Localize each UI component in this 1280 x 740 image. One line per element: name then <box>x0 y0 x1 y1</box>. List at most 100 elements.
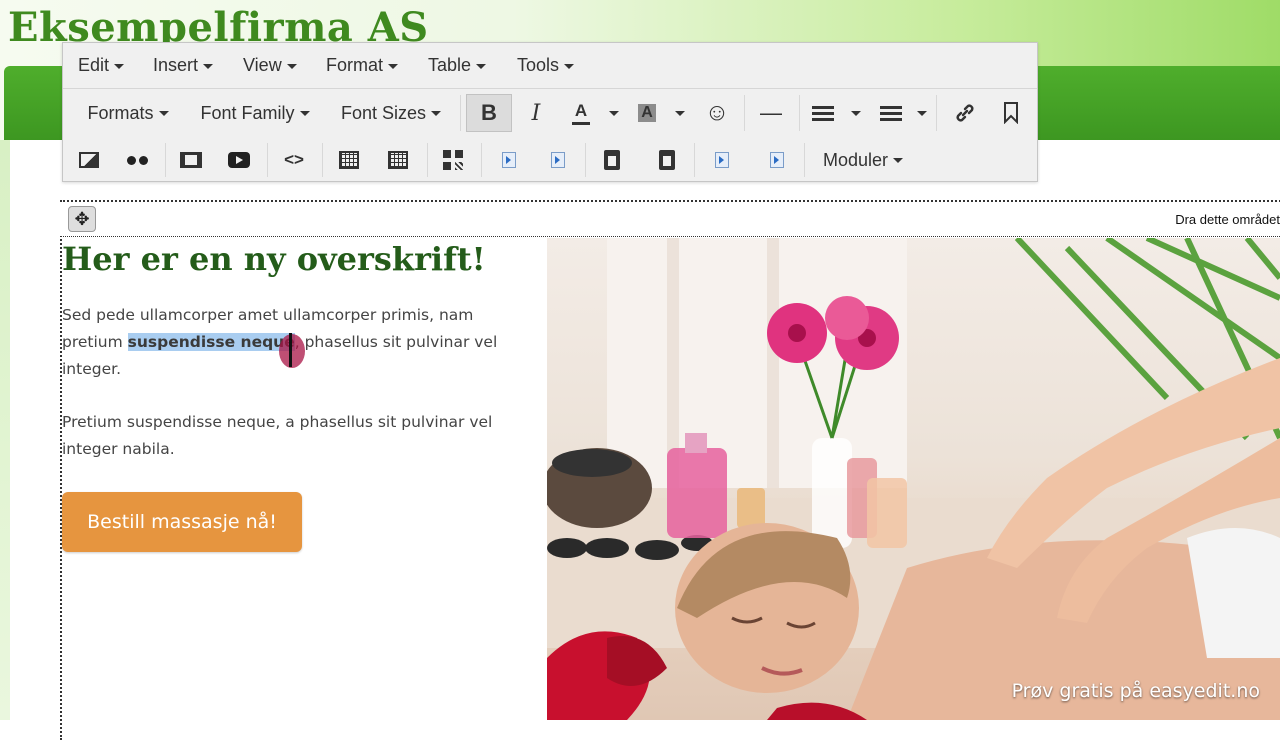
bullet-list-menu[interactable] <box>843 94 863 132</box>
link-button[interactable] <box>945 94 985 132</box>
spa-illustration <box>547 238 1280 720</box>
font-sizes-dropdown[interactable]: Font Sizes <box>331 94 451 132</box>
menu-view[interactable]: View <box>243 55 297 76</box>
content-paragraph-2[interactable]: Pretium suspendisse neque, a phasellus s… <box>62 409 532 463</box>
flickr-icon <box>126 155 148 165</box>
caret-down-icon <box>203 63 214 69</box>
insert-image-button[interactable] <box>71 141 107 179</box>
toolbar-separator <box>267 143 268 177</box>
caret-down-icon <box>608 110 619 116</box>
toolbar-separator <box>460 95 461 131</box>
youtube-button[interactable] <box>221 141 257 179</box>
selected-text[interactable]: suspendisse neque <box>127 333 295 351</box>
drag-row[interactable]: ✥ Dra dette området <box>60 202 1280 237</box>
table-icon <box>339 151 359 169</box>
toolbar-separator <box>322 143 323 177</box>
toolbar-separator <box>165 143 166 177</box>
menu-label: Table <box>428 55 472 75</box>
formats-dropdown[interactable]: Formats <box>78 94 178 132</box>
mouse-cursor-highlight <box>279 334 305 368</box>
menu-label: Format <box>326 55 384 75</box>
table-icon <box>388 151 408 169</box>
menu-tools[interactable]: Tools <box>517 55 575 76</box>
menu-format[interactable]: Format <box>326 55 399 76</box>
font-color-bar <box>572 122 590 125</box>
bookmark-button[interactable] <box>993 94 1029 132</box>
flickr-button[interactable] <box>119 141 155 179</box>
video-icon <box>180 152 202 168</box>
watermark-text: Prøv gratis på easyedit.no <box>1011 680 1260 702</box>
numbered-list-button[interactable] <box>873 94 909 132</box>
caret-down-icon <box>674 110 685 116</box>
drag-area-label: Dra dette området <box>1175 212 1280 227</box>
bookmark-icon <box>1004 102 1018 124</box>
toolbar-separator <box>744 95 745 131</box>
numbered-list-menu[interactable] <box>909 94 929 132</box>
background-color-menu[interactable] <box>667 94 687 132</box>
font-sizes-label: Font Sizes <box>340 102 427 123</box>
editor-toolbar: Edit Insert View Format Table Tools Form… <box>62 42 1038 182</box>
book-massage-button[interactable]: Bestill massasje nå! <box>62 492 302 552</box>
emoticons-icon[interactable]: ☺ <box>697 94 737 132</box>
toolbar-separator <box>481 143 482 177</box>
numbered-list-icon <box>880 105 902 121</box>
bullet-list-button[interactable] <box>805 94 841 132</box>
caret-down-icon <box>476 63 487 69</box>
font-color-menu[interactable] <box>601 94 621 132</box>
image-icon <box>79 152 99 168</box>
menu-insert[interactable]: Insert <box>153 55 214 76</box>
move-handle-icon[interactable]: ✥ <box>68 206 96 232</box>
background-color-icon: A <box>638 104 656 122</box>
template-icon <box>551 152 565 168</box>
moduler-label: Moduler <box>822 149 889 170</box>
formats-label: Formats <box>87 102 154 123</box>
toolbar-separator <box>936 95 937 131</box>
spa-massage-image[interactable] <box>547 238 1280 720</box>
caret-down-icon <box>114 63 125 69</box>
bullet-list-icon <box>812 105 834 121</box>
template-button-3[interactable] <box>704 141 740 179</box>
caret-down-icon <box>564 63 575 69</box>
caret-down-icon <box>431 110 442 116</box>
font-color-icon: A <box>572 101 590 125</box>
italic-button[interactable]: I <box>515 94 557 132</box>
caret-down-icon <box>893 157 904 163</box>
youtube-icon <box>228 152 250 168</box>
paste-button[interactable] <box>594 141 630 179</box>
caret-down-icon <box>299 110 310 116</box>
font-family-label: Font Family <box>200 102 295 123</box>
caret-down-icon <box>850 110 861 116</box>
paste-text-button[interactable] <box>649 141 685 179</box>
content-heading[interactable]: Her er en ny overskrift! <box>62 236 542 282</box>
caret-down-icon <box>388 63 399 69</box>
template-button-1[interactable] <box>491 141 527 179</box>
table-props-button[interactable] <box>380 141 416 179</box>
menu-edit[interactable]: Edit <box>78 55 125 76</box>
menubar: Edit Insert View Format Table Tools <box>63 43 1037 89</box>
template-button-4[interactable] <box>759 141 795 179</box>
toolbar-separator <box>694 143 695 177</box>
toolbar-row-2: <> Moduler <box>63 137 1037 183</box>
qr-code-button[interactable] <box>435 141 471 179</box>
font-color-glyph: A <box>574 101 588 120</box>
menu-table[interactable]: Table <box>428 55 487 76</box>
font-color-button[interactable]: A <box>563 94 599 132</box>
template-icon <box>502 152 516 168</box>
table-button[interactable] <box>331 141 367 179</box>
toolbar-separator <box>427 143 428 177</box>
moduler-dropdown[interactable]: Moduler <box>815 141 911 179</box>
horizontal-rule-icon[interactable]: — <box>751 94 791 132</box>
font-family-dropdown[interactable]: Font Family <box>191 94 319 132</box>
template-button-2[interactable] <box>540 141 576 179</box>
caret-down-icon <box>158 110 169 116</box>
source-code-icon[interactable]: <> <box>276 141 312 179</box>
toolbar-row-1: Formats Font Family Font Sizes B I A A ☺… <box>63 89 1037 137</box>
bold-button[interactable]: B <box>466 94 512 132</box>
background-color-button[interactable]: A <box>629 94 665 132</box>
toolbar-separator <box>804 143 805 177</box>
left-decoration <box>0 140 10 720</box>
link-icon <box>956 104 974 122</box>
insert-video-button[interactable] <box>173 141 209 179</box>
paste-icon <box>604 150 620 170</box>
toolbar-separator <box>585 143 586 177</box>
